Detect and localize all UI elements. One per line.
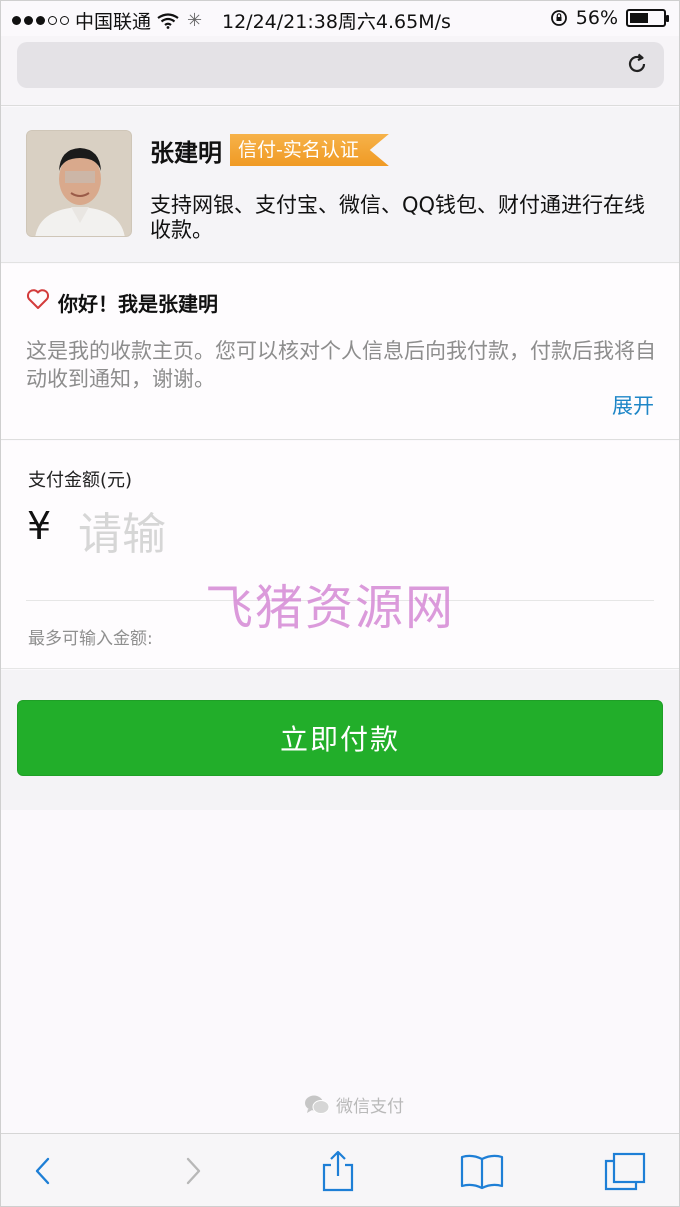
amount-label: 支付金额(元) <box>28 470 133 491</box>
orientation-lock-icon <box>550 10 567 26</box>
watermark-text: 飞猪资源网 <box>205 580 456 636</box>
heart-icon <box>26 289 50 309</box>
bookmarks-button[interactable] <box>459 1148 505 1194</box>
status-right: 56% <box>550 7 669 29</box>
bookmarks-icon <box>460 1154 504 1190</box>
wifi-icon <box>157 12 179 29</box>
wechat-pay-label: 微信支付 <box>336 1097 404 1117</box>
expand-link[interactable]: 展开 <box>612 390 654 420</box>
status-datetime: 12/24/21:38周六4.65M/s <box>222 11 451 33</box>
share-icon <box>322 1150 354 1192</box>
tabs-icon <box>604 1152 646 1191</box>
tabs-button[interactable] <box>602 1148 648 1194</box>
status-left: 中国联通 ✳ <box>12 7 202 34</box>
currency-symbol: ¥ <box>27 504 52 548</box>
wechat-pay-footer: 微信支付 <box>304 1092 404 1117</box>
browser-header <box>0 36 680 106</box>
max-amount-note: 最多可输入金额: <box>28 629 153 649</box>
back-arrow-icon <box>35 1157 50 1185</box>
forward-arrow-icon <box>186 1157 201 1185</box>
greeting-section: 你好！我是张建明 这是我的收款主页。您可以核对个人信息后向我付款，付款后我将自动… <box>0 264 680 440</box>
battery-percent: 56% <box>575 7 618 29</box>
forward-button[interactable] <box>170 1148 216 1194</box>
reload-icon[interactable] <box>624 51 650 77</box>
avatar <box>26 130 132 237</box>
carrier-name: 中国联通 <box>75 11 152 33</box>
supported-methods-text: 支持网银、支付宝、微信、QQ钱包、财付通进行在线收款。 <box>150 193 646 242</box>
payee-name: 张建明 <box>150 139 222 167</box>
greeting-title: 你好！我是张建明 <box>58 292 218 316</box>
status-bar: 中国联通 ✳ 12/24/21:38周六4.65M/s 56% <box>0 0 680 36</box>
verification-badge: 信付-实名认证 <box>230 134 389 166</box>
back-button[interactable] <box>20 1148 66 1194</box>
payee-profile: 张建明 信付-实名认证 支持网银、支付宝、微信、QQ钱包、财付通进行在线收款。 <box>0 107 680 263</box>
share-button[interactable] <box>315 1148 361 1194</box>
signal-strength-icon <box>12 16 69 25</box>
pay-area: 立即付款 <box>0 670 680 810</box>
browser-toolbar <box>0 1133 680 1207</box>
battery-icon <box>626 9 669 27</box>
pay-now-button[interactable]: 立即付款 <box>17 700 663 776</box>
greeting-description: 这是我的收款主页。您可以核对个人信息后向我付款，付款后我将自动收到通知，谢谢。 <box>26 339 656 391</box>
activity-spinner-icon: ✳ <box>187 10 203 31</box>
address-bar[interactable] <box>17 42 664 88</box>
wechat-icon <box>305 1095 330 1114</box>
